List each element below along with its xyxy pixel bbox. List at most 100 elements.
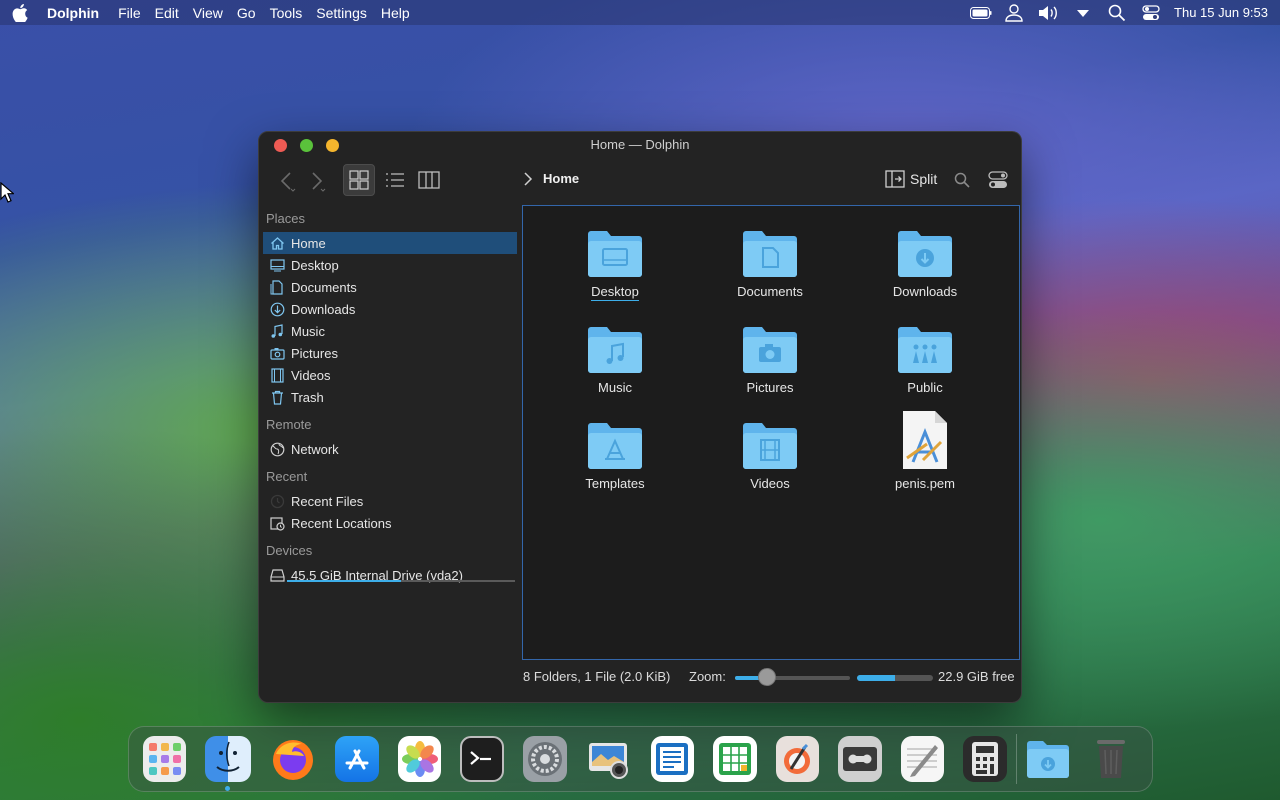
control-center-icon[interactable]	[1140, 4, 1162, 22]
photos-icon[interactable]	[397, 736, 442, 782]
menu-settings[interactable]: Settings	[316, 5, 367, 21]
recent-locations-icon	[269, 515, 285, 531]
system-settings-icon[interactable]	[523, 736, 567, 782]
mouse-cursor-icon	[0, 182, 14, 203]
toolbar: Home Split	[259, 162, 1021, 202]
certificate-file-icon	[895, 408, 955, 470]
hamburger-menu-button[interactable]	[987, 169, 1009, 191]
list-view-icon	[386, 173, 404, 187]
file-view[interactable]: Desktop Documents Downloads Music Pictur…	[522, 205, 1020, 660]
documents-icon	[269, 279, 285, 295]
folder-desktop[interactable]: Desktop	[545, 224, 685, 314]
sidebar-item-label: Pictures	[291, 345, 338, 361]
split-button[interactable]: Split	[885, 170, 937, 188]
dropdown-arrow-icon[interactable]	[1072, 4, 1094, 22]
folder-videos-icon	[740, 416, 800, 470]
sidebar-item-label: Recent Files	[291, 493, 364, 509]
columns-view-button[interactable]	[415, 166, 443, 194]
volume-icon[interactable]	[1038, 4, 1060, 22]
folder-documents[interactable]: Documents	[700, 224, 840, 314]
file-label: Documents	[737, 284, 803, 299]
magnifier-icon	[954, 172, 970, 188]
menu-app-name[interactable]: Dolphin	[47, 5, 99, 21]
folder-public[interactable]: Public	[855, 320, 995, 410]
dock-separator	[1015, 734, 1017, 784]
sidebar-item-label: Downloads	[291, 301, 356, 317]
search-icon[interactable]	[1106, 4, 1128, 22]
tape-recorder-icon[interactable]	[838, 736, 882, 782]
menu-view[interactable]: View	[193, 5, 223, 21]
zoom-slider[interactable]	[735, 676, 850, 680]
split-label: Split	[910, 171, 938, 187]
apple-logo-icon[interactable]	[12, 3, 28, 22]
sidebar-item-network[interactable]: Network	[263, 438, 517, 460]
details-view-button[interactable]	[381, 166, 409, 194]
breadcrumb-home[interactable]: Home	[543, 171, 579, 186]
sidebar-item-pictures[interactable]: Pictures	[263, 342, 517, 364]
chevron-right-icon	[523, 171, 535, 186]
running-indicator	[225, 786, 231, 791]
back-button[interactable]	[275, 168, 299, 194]
videos-icon	[269, 367, 285, 383]
free-space-label: 22.9 GiB free	[938, 669, 1015, 684]
screenshot-icon[interactable]	[586, 736, 632, 782]
sidebar-item-internal-drive[interactable]: 45.5 GiB Internal Drive (vda2)	[263, 564, 517, 586]
text-editor-icon[interactable]	[900, 736, 945, 782]
sidebar-item-home[interactable]: Home	[263, 232, 517, 254]
item-count: 8 Folders, 1 File (2.0 KiB)	[523, 669, 671, 684]
launcher-icon[interactable]	[143, 736, 187, 782]
sidebar-item-label: Home	[291, 235, 326, 251]
menu-edit[interactable]: Edit	[155, 5, 179, 21]
zoom-slider-handle[interactable]	[758, 668, 777, 686]
dolphin-window: Home — Dolphin Home Split Places Home De…	[258, 131, 1022, 703]
user-switch-icon[interactable]	[1004, 3, 1026, 22]
sidebar-item-documents[interactable]: Documents	[263, 276, 517, 298]
file-label: Pictures	[746, 380, 794, 395]
search-button[interactable]	[952, 170, 972, 190]
icons-view-button[interactable]	[343, 164, 375, 196]
sidebar-item-downloads[interactable]: Downloads	[263, 298, 517, 320]
krita-icon[interactable]	[775, 736, 820, 782]
folder-videos[interactable]: Videos	[700, 416, 840, 506]
drive-icon	[269, 567, 285, 583]
trash-dock-icon[interactable]	[1090, 736, 1133, 782]
terminal-icon[interactable]	[460, 736, 505, 782]
title-bar[interactable]: Home — Dolphin	[259, 132, 1021, 158]
status-area: Thu 15 Jun 9:53	[970, 0, 1280, 25]
split-view-icon	[885, 170, 905, 188]
places-header: Places	[266, 211, 306, 226]
pictures-icon	[269, 345, 285, 361]
sidebar-item-music[interactable]: Music	[263, 320, 517, 342]
menu-file[interactable]: File	[118, 5, 141, 21]
calculator-icon[interactable]	[963, 736, 1007, 782]
folder-downloads[interactable]: Downloads	[855, 224, 995, 314]
file-pem[interactable]: penis.pem	[855, 408, 995, 498]
sidebar-item-videos[interactable]: Videos	[263, 364, 517, 386]
desktop-icon	[269, 257, 285, 273]
sidebar-item-trash[interactable]: Trash	[263, 386, 517, 408]
forward-button[interactable]	[305, 168, 329, 194]
sidebar-item-desktop[interactable]: Desktop	[263, 254, 517, 276]
folder-templates[interactable]: Templates	[545, 416, 685, 506]
sidebar-item-label: Desktop	[291, 257, 339, 273]
battery-icon[interactable]	[970, 4, 992, 22]
clock[interactable]: Thu 15 Jun 9:53	[1174, 5, 1268, 20]
app-store-icon[interactable]	[335, 736, 379, 782]
firefox-icon[interactable]	[270, 736, 316, 782]
folder-music[interactable]: Music	[545, 320, 685, 410]
sidebar-item-recent-locations[interactable]: Recent Locations	[263, 512, 517, 534]
folder-pictures[interactable]: Pictures	[700, 320, 840, 410]
window-title: Home — Dolphin	[590, 137, 690, 152]
menu-help[interactable]: Help	[381, 5, 410, 21]
breadcrumb[interactable]: Home	[523, 171, 579, 186]
sidebar-item-recent-files[interactable]: Recent Files	[263, 490, 517, 512]
downloads-stack-icon[interactable]	[1025, 736, 1071, 782]
finder-icon[interactable]	[205, 736, 252, 791]
home-icon	[269, 235, 285, 251]
calc-icon[interactable]	[713, 736, 757, 782]
free-space-bar[interactable]	[857, 675, 933, 681]
menu-go[interactable]: Go	[237, 5, 256, 21]
menu-tools[interactable]: Tools	[270, 5, 303, 21]
downloads-icon	[269, 301, 285, 317]
writer-icon[interactable]	[650, 736, 695, 782]
